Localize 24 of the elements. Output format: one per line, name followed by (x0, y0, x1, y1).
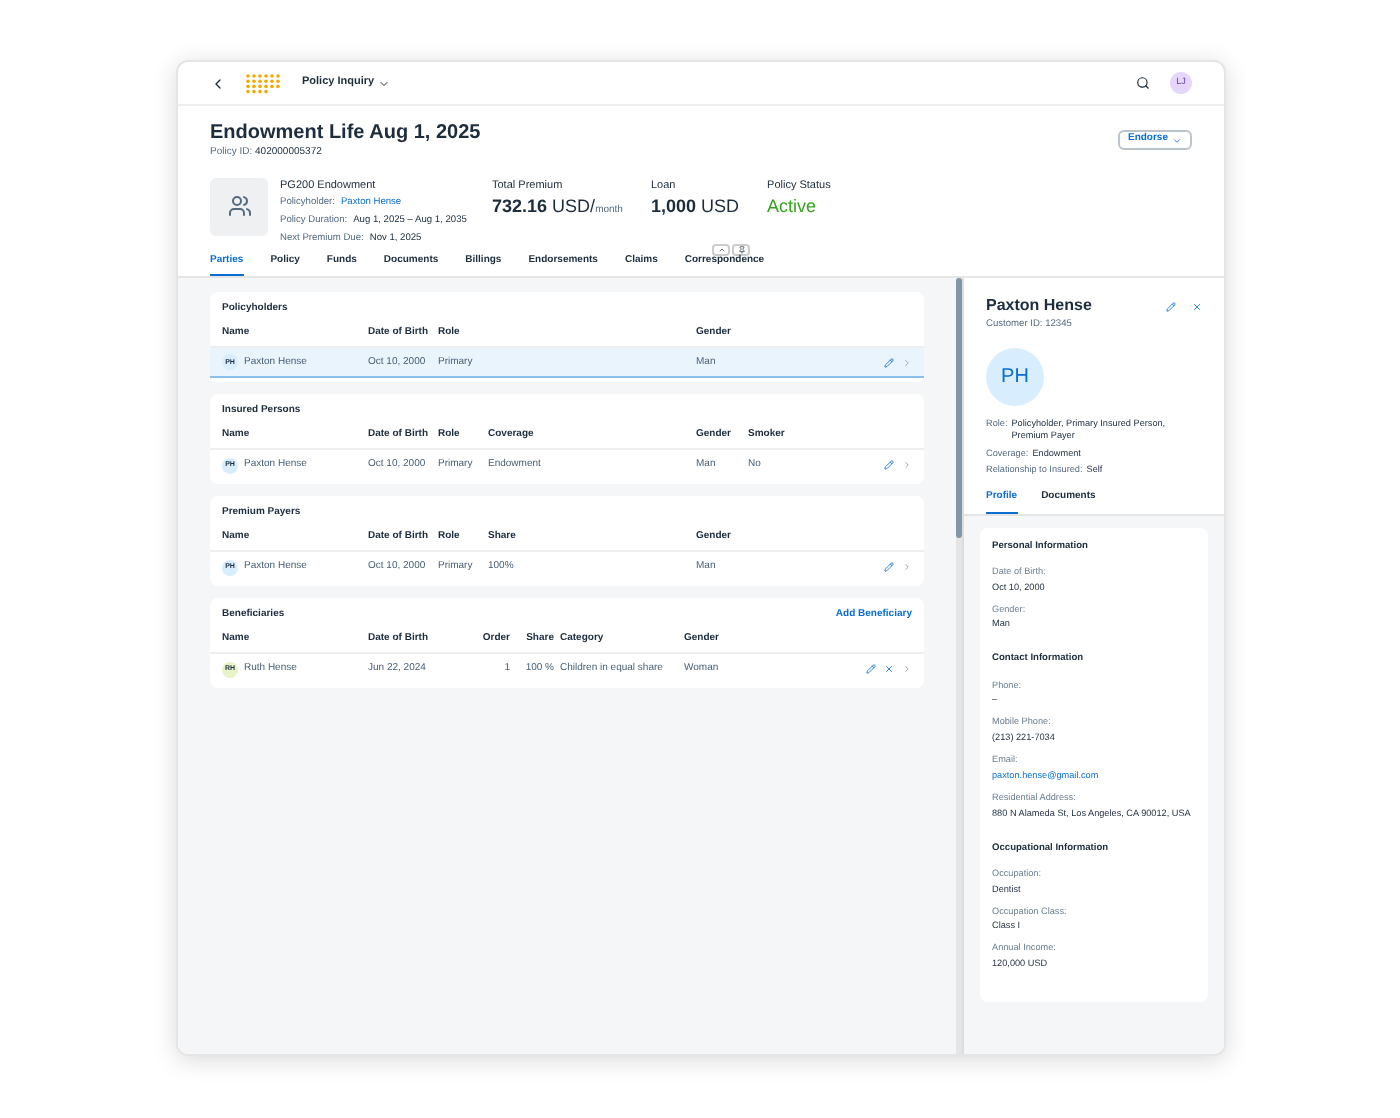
detail-avatar: PH (986, 347, 1044, 405)
policy-title: Endowment Life Aug 1, 2025 (210, 120, 483, 146)
kpi-status: Active (767, 193, 819, 220)
chevron-right-icon[interactable] (902, 460, 912, 471)
chevron-right-icon[interactable] (902, 357, 912, 368)
pin-icon (737, 245, 745, 254)
pin-header-button[interactable] (732, 243, 750, 256)
caret-icon (1172, 135, 1182, 145)
edit-icon[interactable] (1166, 301, 1176, 312)
back-icon[interactable] (210, 75, 226, 91)
detail-name: Paxton Hense (986, 294, 1094, 319)
edit-icon[interactable] (866, 664, 876, 675)
kpi-value: 1,000 USD (650, 193, 740, 220)
edit-icon[interactable] (884, 357, 894, 368)
edit-icon[interactable] (884, 562, 894, 573)
caret-icon (378, 77, 391, 89)
chevron-right-icon[interactable] (902, 562, 912, 573)
logo-icon (246, 73, 282, 93)
people-icon (227, 194, 251, 218)
collapse-header-button[interactable] (712, 243, 730, 256)
search-icon[interactable] (1136, 76, 1150, 90)
scrollbar[interactable] (956, 278, 962, 1054)
edit-icon[interactable] (884, 460, 894, 471)
chevron-right-icon[interactable] (902, 664, 912, 675)
